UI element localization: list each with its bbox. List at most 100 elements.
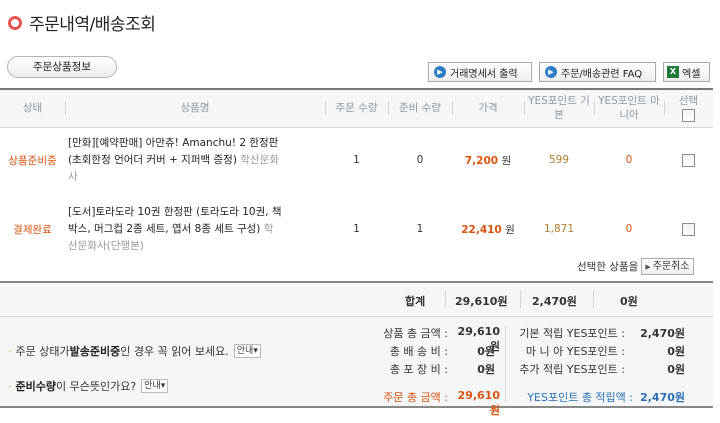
price-value: 7,200 (464, 154, 499, 167)
header-select-label: 선택 (678, 95, 699, 108)
order-qty: 1 (353, 154, 360, 167)
select-cell (664, 193, 713, 265)
publisher-cont: 산문화사(단행본) (68, 239, 144, 252)
product-title-line1: [만화][예약판매] 아만츄! Amanchu! 2 한정판 (68, 136, 279, 149)
shipping-value: 0원 (477, 345, 495, 358)
faq-button[interactable]: ▶ 주문/배송관련 FAQ (539, 62, 656, 82)
product-title-link[interactable]: [도서]토라도라 10권 한정판 (토라도라 10권, 책박스, 머그컵 2종 … (68, 206, 282, 235)
notice-text-post: 인 경우 꼭 읽어 보세요. (120, 345, 229, 358)
notice-text-bold: 발송준비중 (69, 345, 121, 358)
order-qty: 1 (353, 223, 360, 235)
header-price: 가격 (452, 88, 524, 128)
yes-point-basic: 1,871 (543, 223, 575, 235)
row-checkbox[interactable] (682, 153, 695, 167)
cancel-order-button[interactable]: ▶ 주문취소 (641, 258, 694, 275)
header-ready-qty: 준비 수량 (388, 88, 452, 128)
order-status: 상품준비중 (8, 154, 57, 167)
totals-price: 29,610원 (455, 295, 508, 308)
price-value: 22,410 (461, 223, 502, 236)
extra-points-value: 0원 (667, 363, 685, 376)
print-receipt-label: 거래명세서 출력 (450, 68, 518, 80)
totals-row: 합계 29,610원 2,470원 0원 (0, 283, 713, 317)
packaging-label: 총 포 장 비 : (389, 363, 448, 376)
divider (505, 325, 506, 403)
bullet-icon: · (8, 379, 12, 393)
total-points-label: YES포인트 총 적립액 : (527, 391, 633, 404)
ready-qty: 0 (416, 154, 424, 167)
excel-button[interactable]: X 엑셀 (663, 62, 710, 82)
header-yes-point-mania: YES포인트 마니아 (594, 88, 664, 128)
price-unit: 원 (505, 223, 515, 236)
basic-points-label: 기본 적립 YES포인트 : (519, 327, 625, 340)
totals-label: 합계 (405, 295, 426, 308)
select-all-checkbox[interactable] (682, 108, 695, 122)
yes-point-mania: 0 (625, 154, 633, 167)
faq-label: 주문/배송관련 FAQ (561, 68, 643, 80)
shipping-label: 총 배 송 비 : (389, 345, 448, 358)
page-title: 주문내역/배송조회 (29, 15, 156, 35)
order-total-value: 29,610원 (457, 389, 500, 417)
mania-points-value: 0원 (667, 345, 685, 358)
price-cell: 22,410 원 (452, 193, 524, 265)
publisher: 학산문화 (236, 153, 279, 166)
page-header: 주문내역/배송조회 (8, 10, 156, 35)
excel-icon: X (667, 66, 679, 78)
row-checkbox[interactable] (682, 222, 695, 236)
header-product: 상품명 (65, 88, 325, 128)
excel-label: 엑셀 (682, 68, 701, 80)
price-unit: 원 (501, 154, 512, 167)
totals-point-mania: 0원 (620, 295, 638, 308)
product-title-line2: 박스, 머그컵 2종 세트, 엽서 8종 세트 구성) (68, 222, 261, 235)
product-title-line2: (초회한정 언어더 커버 + 지퍼백 증정) (68, 153, 237, 166)
yes-point-mania: 0 (625, 223, 633, 235)
triangle-right-icon: ▶ (645, 263, 651, 271)
notice-text-bold: 준비수량 (15, 380, 56, 393)
mania-points-label: 마 니 아 YES포인트 : (525, 345, 625, 358)
notice-text-post: 이 무슨뜻인가요? (55, 380, 137, 393)
product-cell: [만화][예약판매] 아만츄! Amanchu! 2 한정판 (초회한정 언어더 … (65, 127, 325, 193)
cancel-area: 선택한 상품을 ▶ 주문취소 (577, 258, 694, 275)
total-points-value: 2,470원 (640, 391, 685, 404)
guide-button[interactable]: 안내▾ (141, 379, 169, 393)
guide-button-label: 안내 (144, 381, 161, 391)
extra-points-label: 추가 적립 YES포인트 : (519, 363, 625, 376)
divider (593, 291, 594, 308)
product-title-line1: [도서]토라도라 10권 한정판 (토라도라 10권, 책 (68, 205, 282, 218)
ready-qty: 1 (416, 223, 424, 235)
order-status: 결제완료 (13, 223, 52, 236)
header-status: 상태 (0, 88, 65, 128)
header-order-qty: 주문 수량 (325, 88, 388, 128)
publisher-cont: 사 (68, 170, 78, 183)
table-row: 결제완료 [도서]토라도라 10권 한정판 (토라도라 10권, 책박스, 머그… (0, 193, 713, 265)
header-select: 선택 (664, 88, 713, 128)
cancel-selected-label: 선택한 상품을 (577, 261, 639, 273)
notice-ready-qty: · 준비수량 이 무슨뜻인가요? 안내▾ (8, 378, 169, 394)
order-total-label: 주문 총 금액 : (383, 391, 448, 404)
notice-shipping-ready: · 주문 상태가 발송준비중 인 경우 꼭 읽어 보세요. 안내▾ (8, 343, 261, 359)
guide-button-label: 안내 (236, 346, 254, 356)
product-total-label: 상품 총 금액 : (383, 327, 448, 340)
table-row: 상품준비중 [만화][예약판매] 아만츄! Amanchu! 2 한정판 (초회한… (0, 127, 713, 193)
basic-points-value: 2,470원 (640, 327, 685, 340)
price-cell: 7,200 원 (452, 127, 524, 193)
tab-order-product-info[interactable]: 주문상품정보 (7, 56, 117, 78)
select-cell (664, 127, 713, 193)
packaging-value: 0원 (477, 363, 495, 376)
cancel-order-label: 주문취소 (652, 261, 690, 272)
publisher: 학 (260, 222, 274, 235)
bullet-icon: · (8, 344, 12, 358)
table-header-row: 상태 상품명 주문 수량 준비 수량 가격 YES포인트 기본 YES포인트 마… (0, 88, 713, 128)
yes-point-basic: 599 (548, 154, 570, 167)
guide-button[interactable]: 안내▾ (233, 344, 261, 358)
totals-point-basic: 2,470원 (532, 295, 577, 308)
play-circle-icon: ▶ (434, 66, 446, 78)
summary-panel: 합계 29,610원 2,470원 0원 · 주문 상태가 발송준비중 인 경우 … (0, 281, 713, 417)
play-circle-icon: ▶ (545, 66, 557, 78)
header-yes-point-basic: YES포인트 기본 (524, 88, 594, 128)
notice-text-pre: 주문 상태가 (15, 345, 70, 358)
divider (445, 291, 446, 308)
divider (520, 291, 521, 308)
product-cell: [도서]토라도라 10권 한정판 (토라도라 10권, 책박스, 머그컵 2종 … (65, 193, 325, 265)
print-receipt-button[interactable]: ▶ 거래명세서 출력 (428, 62, 532, 82)
order-table: 상태 상품명 주문 수량 준비 수량 가격 YES포인트 기본 YES포인트 마… (0, 88, 713, 265)
